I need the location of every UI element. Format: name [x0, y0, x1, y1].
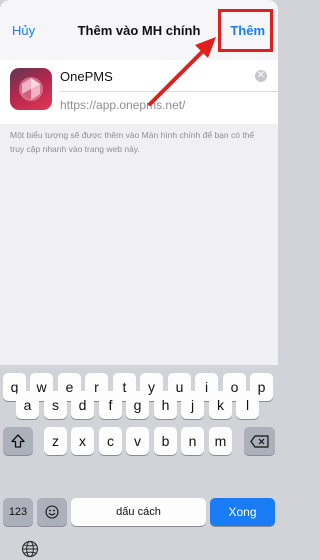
key-x[interactable]: x: [71, 427, 94, 455]
keyboard: q w e r t y u i o p a s d f g h j k l z …: [0, 365, 278, 560]
key-l[interactable]: l: [236, 391, 259, 419]
app-card: OnePMS ✕ https://app.onepms.net/: [0, 60, 278, 124]
key-v[interactable]: v: [126, 427, 149, 455]
app-name-field[interactable]: OnePMS: [60, 69, 113, 84]
key-h[interactable]: h: [154, 391, 177, 419]
description-text: Một biểu tượng sẽ được thêm vào Màn hình…: [10, 130, 255, 154]
key-z[interactable]: z: [44, 427, 67, 455]
globe-icon[interactable]: [21, 540, 39, 558]
key-j[interactable]: j: [181, 391, 204, 419]
go-key[interactable]: Xong: [210, 498, 275, 526]
shift-key[interactable]: [3, 427, 33, 455]
backspace-key[interactable]: [244, 427, 275, 455]
key-n[interactable]: n: [181, 427, 204, 455]
app-url: https://app.onepms.net/: [60, 98, 186, 112]
key-s[interactable]: s: [44, 391, 67, 419]
highlight-box: [218, 9, 273, 52]
key-k[interactable]: k: [209, 391, 232, 419]
app-icon: [10, 68, 52, 110]
key-d[interactable]: d: [71, 391, 94, 419]
add-to-home-sheet: Hủy Thêm vào MH chính Thêm OnePMS ✕ http…: [0, 0, 278, 365]
key-m[interactable]: m: [209, 427, 232, 455]
space-key[interactable]: dấu cách: [71, 498, 206, 526]
clear-icon[interactable]: ✕: [255, 70, 267, 82]
divider: [60, 91, 278, 92]
numbers-key[interactable]: 123: [3, 498, 33, 526]
emoji-key[interactable]: [37, 498, 67, 526]
key-g[interactable]: g: [126, 391, 149, 419]
key-a[interactable]: a: [16, 391, 39, 419]
key-c[interactable]: c: [99, 427, 122, 455]
key-b[interactable]: b: [154, 427, 177, 455]
key-f[interactable]: f: [99, 391, 122, 419]
